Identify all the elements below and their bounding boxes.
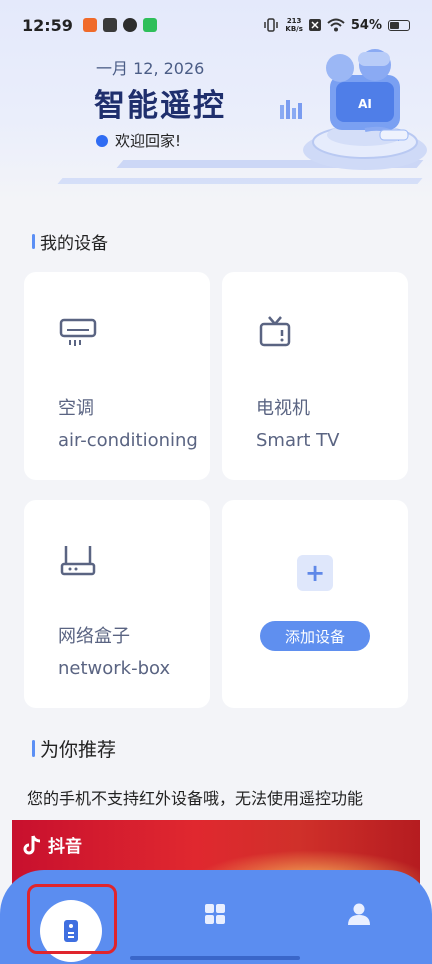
- notification-app-icon: [142, 18, 157, 32]
- device-subtitle: network-box: [58, 658, 171, 679]
- section-accent-bar: [32, 740, 35, 757]
- douyin-logo-icon: [23, 834, 41, 854]
- status-time: 12:59: [22, 15, 73, 35]
- battery-fill: [390, 21, 399, 29]
- device-card-air-conditioner[interactable]: 空调 air-conditioning: [24, 272, 210, 480]
- section-title-my-devices: 我的设备: [32, 229, 108, 254]
- section-title-recommend: 为你推荐: [32, 735, 116, 762]
- device-card-network-box[interactable]: 网络盒子 network-box: [24, 500, 210, 708]
- device-name: 空调: [58, 398, 94, 419]
- section-accent-bar: [32, 234, 35, 249]
- battery-icon: [388, 19, 410, 31]
- sim-icon: [308, 19, 321, 31]
- network-speed-unit: KB/s: [285, 25, 303, 33]
- plus-icon[interactable]: +: [297, 555, 333, 591]
- date-label: 一月 12, 2026: [96, 59, 205, 78]
- welcome-message: 欢迎回家!: [96, 130, 181, 151]
- welcome-text: 欢迎回家!: [115, 132, 182, 150]
- home-indicator[interactable]: [130, 956, 300, 960]
- add-device-button[interactable]: 添加设备: [260, 621, 370, 651]
- device-subtitle: air-conditioning: [58, 430, 198, 451]
- section-title-text: 为你推荐: [40, 739, 117, 761]
- air-conditioner-icon: [59, 318, 97, 346]
- vibrate-icon: [264, 18, 279, 32]
- status-bar: 12:59 213 KB/s 54%: [0, 0, 432, 50]
- device-name: 电视机: [256, 398, 310, 419]
- ad-brand-text: 抖音: [48, 837, 82, 857]
- grid-icon[interactable]: [203, 902, 227, 926]
- selection-highlight: [27, 884, 117, 954]
- device-card-tv[interactable]: 电视机 Smart TV: [222, 272, 408, 480]
- notification-app-icon: [102, 18, 117, 32]
- notification-app-icon: [122, 18, 137, 32]
- ad-logo: 抖音: [22, 832, 82, 857]
- wifi-icon: [327, 18, 345, 32]
- add-device-card[interactable]: + 添加设备: [222, 500, 408, 708]
- svg-text:AI: AI: [358, 97, 372, 111]
- person-icon[interactable]: [347, 902, 371, 926]
- ai-robot-illustration: AI: [280, 49, 427, 170]
- notification-app-icon: [82, 18, 97, 32]
- network-speed-value: 213: [286, 17, 302, 25]
- section-title-text: 我的设备: [40, 234, 108, 254]
- battery-percentage: 54%: [350, 17, 382, 33]
- device-name: 网络盒子: [58, 626, 130, 647]
- welcome-dot-icon: [96, 134, 108, 147]
- tv-icon: [259, 316, 291, 347]
- router-icon: [60, 546, 96, 576]
- ir-unsupported-notice: 您的手机不支持红外设备哦，无法使用遥控功能: [27, 789, 364, 808]
- app-title: 智能遥控: [94, 88, 226, 124]
- device-subtitle: Smart TV: [256, 430, 340, 451]
- network-speed: 213 KB/s: [285, 17, 302, 33]
